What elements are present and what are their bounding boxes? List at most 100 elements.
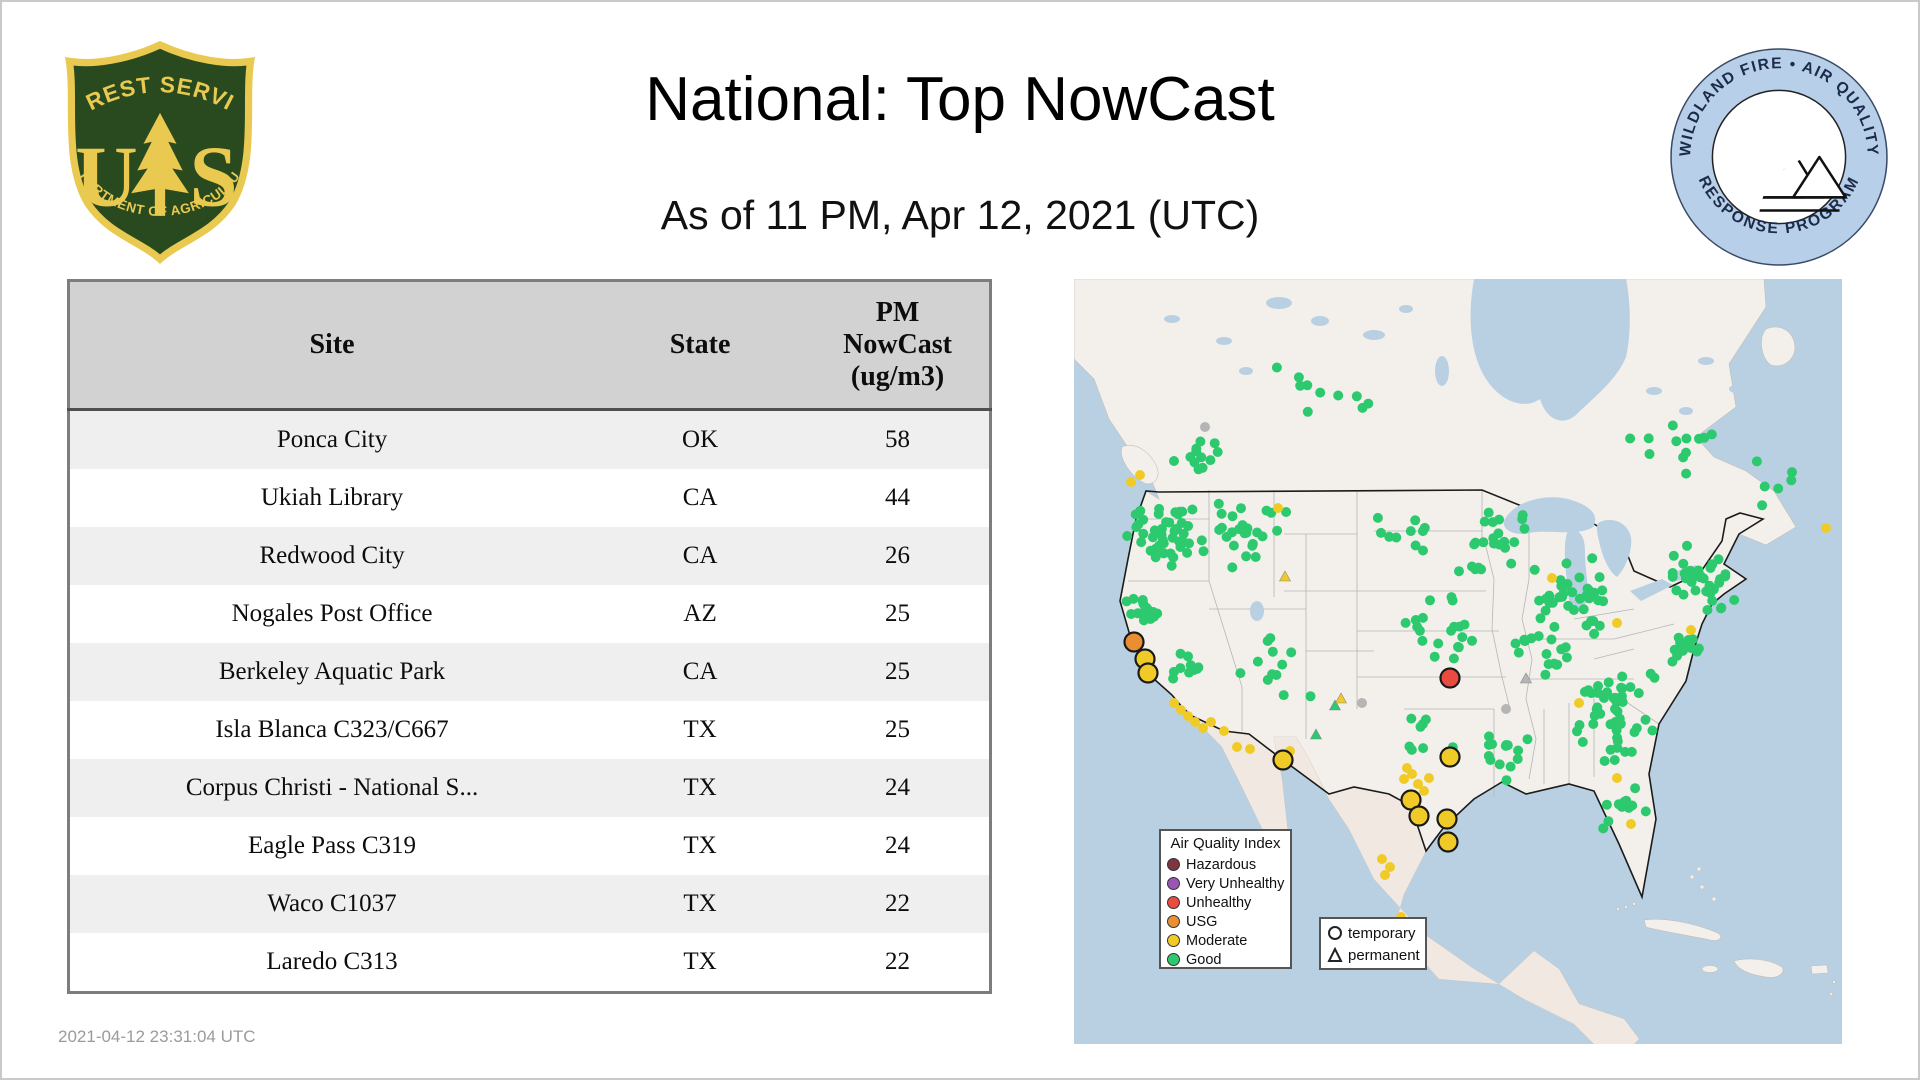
good-monitor-dot: [1603, 677, 1614, 688]
top-site-marker-unhealthy: [1439, 667, 1461, 689]
good-monitor-dot: [1122, 531, 1133, 541]
good-monitor-dot: [1197, 462, 1208, 473]
cell-site: Redwood City: [259, 542, 405, 569]
good-monitor-dot: [1574, 572, 1585, 583]
top-site-marker-moderate: [1408, 805, 1430, 827]
logo-inner-circle: [1711, 89, 1847, 225]
aqi-legend: Air Quality Index Hazardous Very Unhealth…: [1159, 829, 1292, 969]
good-monitor-dot: [1589, 628, 1600, 639]
good-monitor-dot: [1578, 604, 1589, 615]
moderate-monitor-dot: [1232, 742, 1242, 752]
nodata-monitor-dot: [1357, 698, 1367, 708]
moderate-monitor-dot: [1273, 503, 1283, 513]
good-monitor-dot: [1410, 515, 1421, 526]
good-monitor-dot: [1267, 646, 1278, 657]
legend-swatch: [1167, 953, 1180, 966]
good-monitor-dot: [1448, 653, 1459, 664]
moderate-monitor-dot: [1686, 625, 1696, 635]
good-monitor-dot: [1417, 526, 1428, 537]
cell-state: TX: [683, 716, 717, 743]
good-monitor-dot: [1544, 595, 1555, 606]
good-monitor-dot: [1406, 713, 1417, 724]
top-site-marker-usg: [1123, 631, 1145, 653]
cell-state: AZ: [683, 600, 717, 627]
moderate-monitor-dot: [1206, 717, 1216, 727]
good-monitor-dot: [1216, 508, 1227, 519]
good-monitor-dot: [1693, 643, 1704, 654]
good-monitor-dot: [1483, 751, 1494, 761]
good-monitor-dot: [1678, 589, 1689, 600]
col-header-pm-nowcast: PM NowCast (ug/m3): [806, 280, 991, 411]
good-monitor-dot: [1278, 690, 1289, 701]
good-monitor-dot: [1561, 558, 1572, 569]
good-monitor-dot: [1667, 420, 1678, 431]
good-monitor-dot: [1593, 595, 1604, 606]
good-monitor-dot: [1483, 507, 1494, 518]
moderate-monitor-dot: [1219, 726, 1229, 736]
good-monitor-dot: [1687, 634, 1698, 645]
good-monitor-dot: [1644, 449, 1655, 459]
good-monitor-dot: [1720, 569, 1731, 580]
moderate-monitor-dot: [1402, 763, 1412, 773]
good-monitor-dot: [1681, 433, 1692, 444]
good-monitor-dot: [1446, 625, 1457, 636]
good-monitor-dot: [1612, 736, 1623, 747]
good-monitor-dot: [1454, 566, 1464, 577]
good-monitor-dot: [1667, 568, 1678, 578]
good-monitor-dot: [1252, 656, 1263, 667]
moderate-monitor-dot: [1612, 773, 1622, 783]
good-monitor-dot: [1271, 362, 1282, 373]
cell-value: 22: [885, 948, 911, 975]
moderate-monitor-dot: [1626, 819, 1636, 829]
good-monitor-dot: [1640, 806, 1651, 817]
good-monitor-dot: [1640, 714, 1651, 725]
good-monitor-dot: [1213, 498, 1224, 509]
good-monitor-dot: [1557, 591, 1568, 602]
cell-state: TX: [683, 832, 717, 859]
cell-site: Laredo C313: [266, 948, 398, 975]
good-monitor-dot: [1293, 372, 1304, 383]
cell-state: CA: [682, 542, 718, 569]
good-monitor-dot: [1176, 518, 1187, 528]
good-monitor-dot: [1681, 468, 1692, 479]
cell-value: 25: [885, 716, 911, 743]
good-monitor-dot: [1647, 725, 1658, 736]
cell-site: Isla Blanca C323/C667: [215, 716, 449, 743]
good-monitor-dot: [1757, 500, 1768, 511]
good-monitor-dot: [1247, 538, 1258, 549]
table-row: Nogales Post Office AZ 25: [68, 585, 991, 643]
good-monitor-dot: [1773, 483, 1784, 494]
cell-site: Eagle Pass C319: [248, 832, 417, 859]
pm-header-line3: (ug/m3): [850, 361, 945, 393]
good-monitor-dot: [1414, 625, 1425, 636]
good-monitor-dot: [1629, 727, 1640, 738]
good-monitor-dot: [1128, 593, 1139, 604]
moderate-monitor-dot: [1190, 717, 1200, 727]
good-monitor-dot: [1277, 659, 1288, 670]
cell-state: TX: [683, 948, 717, 975]
good-monitor-dot: [1509, 537, 1520, 548]
cell-state: CA: [682, 658, 718, 685]
good-monitor-dot: [1250, 552, 1261, 562]
table-row: Isla Blanca C323/C667 TX 25: [68, 701, 991, 759]
good-monitor-dot: [1609, 755, 1620, 765]
good-monitor-dot: [1540, 669, 1551, 680]
top-site-marker-moderate: [1436, 808, 1458, 830]
legend-item: Good: [1167, 950, 1284, 969]
good-monitor-dot: [1417, 612, 1428, 623]
legend-swatch: [1167, 896, 1180, 909]
good-monitor-dot: [1166, 560, 1177, 571]
good-monitor-dot: [1667, 656, 1678, 667]
good-monitor-dot: [1633, 688, 1644, 699]
cell-state: TX: [683, 890, 717, 917]
good-monitor-dot: [1512, 754, 1523, 764]
moderate-monitor-dot: [1821, 523, 1831, 533]
good-monitor-dot: [1625, 433, 1636, 444]
page-title: National: Top NowCast: [645, 65, 1275, 134]
moderate-monitor-dot: [1245, 744, 1255, 754]
good-monitor-dot: [1594, 620, 1605, 631]
good-monitor-dot: [1148, 607, 1159, 617]
table-body: Ponca City OK 58 Ukiah Library CA 44 Redwood C…: [68, 409, 991, 993]
legend-item: Very Unhealthy: [1167, 874, 1284, 893]
cell-site: Waco C1037: [267, 890, 397, 917]
